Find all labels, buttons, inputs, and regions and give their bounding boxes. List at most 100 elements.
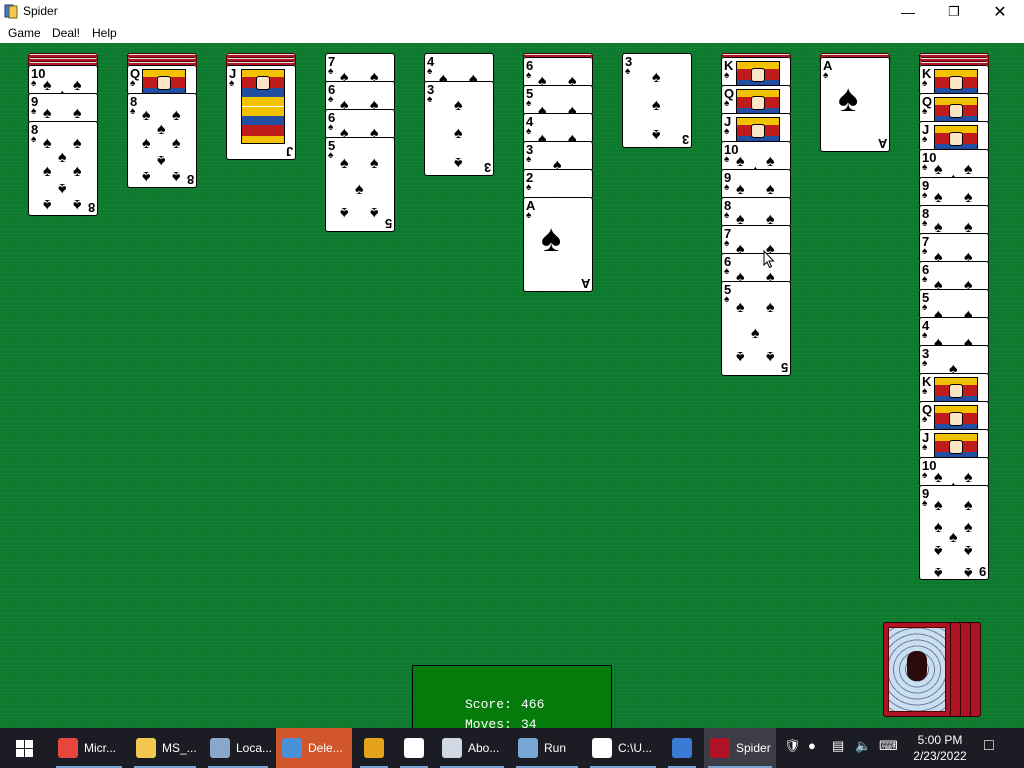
card[interactable]: J ♠ <box>721 113 791 143</box>
spade-icon: ♠ <box>964 542 973 559</box>
spade-icon: ♠ <box>172 168 181 185</box>
card[interactable]: K ♠ <box>721 57 791 87</box>
taskbar-item[interactable]: Run <box>512 728 582 768</box>
card[interactable]: Q ♠ <box>919 93 989 123</box>
spade-icon: ♠ <box>43 196 52 213</box>
face-card-art <box>736 117 780 142</box>
card[interactable]: 10♠♠♠♠♠♠♠♠♠♠♠ <box>28 65 98 95</box>
card[interactable]: 9♠♠♠♠♠♠♠♠♠♠ <box>28 93 98 123</box>
card[interactable]: 10♠♠♠♠♠♠♠♠♠♠♠ <box>919 457 989 487</box>
card[interactable]: 7♠♠♠♠♠♠♠♠ <box>919 233 989 263</box>
restore-button[interactable]: ❐ <box>931 0 977 23</box>
card[interactable]: 8 ♠ ♠ ♠ ♠ ♠ ♠ ♠ ♠ ♠ 8 <box>28 121 98 216</box>
spade-icon: ♠ <box>934 497 943 514</box>
spade-icon: ♠ <box>31 106 37 117</box>
card[interactable]: 4♠♠♠♠♠ <box>919 317 989 347</box>
card[interactable]: 8♠♠♠♠♠♠♠♠♠ <box>721 197 791 227</box>
card[interactable]: 7♠♠♠♠♠♠♠♠ <box>721 225 791 255</box>
taskbar-item[interactable] <box>396 728 432 768</box>
card[interactable]: 6♠♠♠♠♠♠♠ <box>523 57 593 87</box>
card[interactable]: A ♠ ♠ A <box>820 57 890 152</box>
card[interactable]: 9♠♠♠♠♠♠♠♠♠♠ <box>721 169 791 199</box>
taskbar-item[interactable]: Spider <box>704 728 776 768</box>
card[interactable]: 4♠♠♠♠♠ <box>424 53 494 83</box>
card[interactable]: 5♠♠♠♠♠♠ <box>523 85 593 115</box>
taskbar-item[interactable]: C:\U... <box>586 728 660 768</box>
card[interactable]: 10♠♠♠♠♠♠♠♠♠♠♠ <box>919 149 989 179</box>
card[interactable]: K ♠ <box>919 65 989 95</box>
spade-icon: ♠ <box>130 78 136 89</box>
card[interactable]: 5 ♠ ♠ ♠ ♠ ♠ ♠ 5 <box>721 281 791 376</box>
notifications-icon[interactable]: □ <box>984 737 994 755</box>
spade-icon: ♠ <box>370 204 379 221</box>
taskbar-item[interactable] <box>664 728 700 768</box>
spade-icon: ♠ <box>922 330 928 341</box>
minimize-button[interactable]: — <box>885 0 931 23</box>
chrome-tray-icon[interactable]: ● <box>808 738 816 753</box>
card[interactable]: 6♠♠♠♠♠♠♠ <box>721 253 791 283</box>
clock[interactable]: 5:00 PM 2/23/2022 <box>905 732 975 764</box>
card[interactable]: 2♠♠♠ <box>523 169 593 199</box>
keyboard-icon[interactable]: ⌨ <box>879 738 898 754</box>
taskbar-item[interactable]: Abo... <box>436 728 508 768</box>
card[interactable]: A ♠ ♠ A <box>523 197 593 292</box>
taskbar-item[interactable] <box>356 728 392 768</box>
menu-game[interactable]: Game <box>8 26 41 40</box>
start-button[interactable] <box>0 728 48 768</box>
card[interactable]: 6♠♠♠♠♠♠♠ <box>325 81 395 111</box>
card[interactable]: J ♠ <box>919 429 989 459</box>
card[interactable]: J ♠ J <box>226 65 296 160</box>
card-rank: A <box>877 136 887 151</box>
card[interactable]: 3 ♠ ♠ ♠ ♠ 3 <box>424 81 494 176</box>
shield-icon[interactable]: 🛡 <box>784 738 801 754</box>
face-card-art <box>934 69 978 94</box>
taskbar-item[interactable]: Dele... <box>276 728 352 768</box>
card[interactable]: Q ♠ <box>127 65 197 95</box>
spade-icon: ♠ <box>454 97 463 114</box>
card[interactable]: 3♠♠♠♠ <box>523 141 593 171</box>
volume-icon[interactable]: 🔈 <box>855 738 871 754</box>
score-label: Score: <box>465 697 512 712</box>
card[interactable]: J ♠ <box>919 121 989 151</box>
spade-icon: ♠ <box>454 125 463 142</box>
card[interactable]: 4♠♠♠♠♠ <box>523 113 593 143</box>
card[interactable]: 5♠♠♠♠♠♠ <box>919 289 989 319</box>
card[interactable]: Q ♠ <box>721 85 791 115</box>
run-icon <box>518 738 538 758</box>
card-rank: 5 <box>384 216 392 231</box>
spider-window: Spider — ❐ ✕ Game Deal! Help 10♠♠♠♠♠♠♠♠♠… <box>0 0 1024 761</box>
network-icon[interactable]: ▤ <box>832 738 844 754</box>
spade-icon: ♠ <box>157 152 166 169</box>
taskbar-item[interactable]: Loca... <box>204 728 272 768</box>
close-button[interactable]: ✕ <box>977 0 1023 23</box>
card[interactable]: 9 ♠ ♠ ♠ ♠ ♠ ♠ ♠ ♠ ♠ ♠ 9 <box>919 485 989 580</box>
spade-icon: ♠ <box>751 325 760 342</box>
card[interactable]: 6♠♠♠♠♠♠♠ <box>325 109 395 139</box>
card-rank: 9 <box>978 564 986 579</box>
card[interactable]: 7♠♠♠♠♠♠♠♠ <box>325 53 395 83</box>
card[interactable]: 9♠♠♠♠♠♠♠♠♠♠ <box>919 177 989 207</box>
card[interactable]: K ♠ <box>919 373 989 403</box>
taskbar-item[interactable]: Micr... <box>52 728 126 768</box>
card[interactable]: 3♠♠♠♠ <box>919 345 989 375</box>
spade-icon: ♠ <box>724 98 730 109</box>
spade-icon: ♠ <box>526 154 532 165</box>
card[interactable]: 5 ♠ ♠ ♠ ♠ ♠ ♠ 5 <box>325 137 395 232</box>
spade-icon: ♠ <box>172 107 181 124</box>
spade-icon: ♠ <box>934 161 943 178</box>
card[interactable]: Q ♠ <box>919 401 989 431</box>
spade-icon: ♠ <box>724 294 730 305</box>
card[interactable]: 3 ♠ ♠ ♠ ♠ 3 <box>622 53 692 148</box>
menu-deal[interactable]: Deal! <box>52 26 80 40</box>
clock-date: 2/23/2022 <box>913 749 967 763</box>
spade-icon: ♠ <box>427 66 433 77</box>
menu-help[interactable]: Help <box>92 26 117 40</box>
card[interactable]: 8♠♠♠♠♠♠♠♠♠ <box>919 205 989 235</box>
face-card-art <box>934 125 978 150</box>
stock-deal[interactable] <box>883 622 951 717</box>
card[interactable]: 8 ♠ ♠ ♠ ♠ ♠ ♠ ♠ ♠ ♠ 8 <box>127 93 197 188</box>
taskbar-item[interactable]: MS_... <box>130 728 200 768</box>
card[interactable]: 10♠♠♠♠♠♠♠♠♠♠♠ <box>721 141 791 171</box>
card[interactable]: 6♠♠♠♠♠♠♠ <box>919 261 989 291</box>
spade-icon: ♠ <box>766 181 775 198</box>
